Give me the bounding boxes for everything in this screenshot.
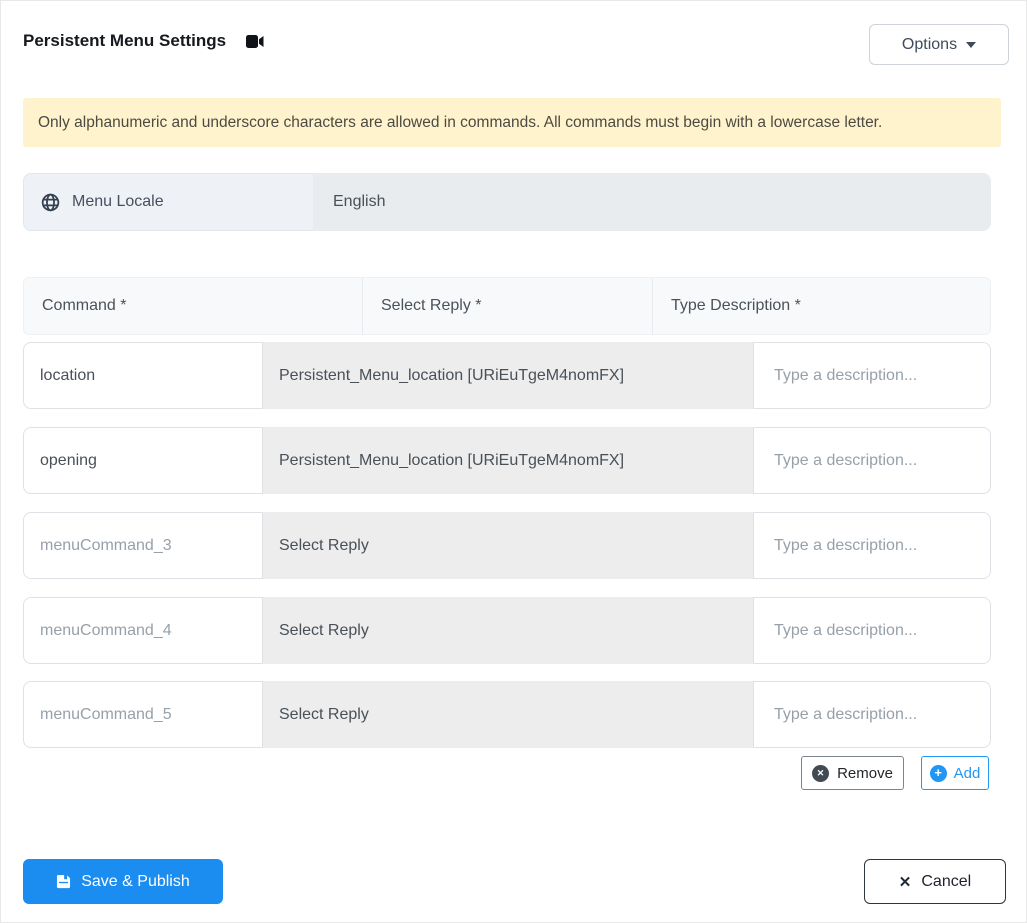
add-row-button[interactable]: + Add: [921, 756, 989, 790]
reply-select-value: Select Reply: [279, 536, 369, 554]
options-button[interactable]: Options: [869, 24, 1009, 65]
persistent-menu-settings-panel: Persistent Menu Settings Options Only al…: [0, 0, 1027, 923]
add-circle-icon: +: [929, 764, 947, 782]
menu-locale-group: Menu Locale English: [23, 173, 991, 231]
command-input[interactable]: [23, 512, 263, 579]
column-header-command: Command *: [24, 278, 363, 334]
command-input[interactable]: [23, 427, 263, 494]
warning-banner: Only alphanumeric and underscore charact…: [23, 98, 1001, 147]
command-input[interactable]: [23, 342, 263, 409]
reply-select[interactable]: Select Reply: [263, 597, 753, 664]
description-input[interactable]: [753, 597, 991, 664]
menu-locale-value-text: English: [333, 193, 386, 210]
table-header: Command * Select Reply * Type Descriptio…: [23, 277, 991, 335]
table-row: Select Reply: [23, 597, 991, 664]
cancel-button[interactable]: ✕ Cancel: [864, 859, 1006, 904]
add-button-label: Add: [953, 764, 981, 782]
remove-row-button[interactable]: ✕ Remove: [801, 756, 904, 790]
options-button-label: Options: [901, 35, 958, 53]
page-title: Persistent Menu Settings: [23, 31, 264, 51]
command-input[interactable]: [23, 597, 263, 664]
cancel-label: Cancel: [921, 872, 972, 890]
remove-button-label: Remove: [837, 764, 893, 782]
save-publish-label: Save & Publish: [81, 872, 190, 890]
chevron-down-icon: [966, 41, 977, 48]
menu-locale-label: Menu Locale: [23, 173, 313, 231]
reply-select-value: Persistent_Menu_location [URiEuTgeM4nomF…: [279, 451, 625, 469]
column-header-select-reply: Select Reply *: [363, 278, 653, 334]
command-input[interactable]: [23, 681, 263, 748]
save-icon: [56, 874, 71, 889]
close-icon: ✕: [898, 873, 912, 891]
reply-select-value: Select Reply: [279, 705, 369, 723]
menu-locale-value[interactable]: English: [313, 173, 991, 231]
description-input[interactable]: [753, 342, 991, 409]
video-camera-icon: [246, 34, 264, 48]
table-row: Persistent_Menu_location [URiEuTgeM4nomF…: [23, 427, 991, 494]
table-row: Select Reply: [23, 512, 991, 579]
menu-locale-label-text: Menu Locale: [72, 193, 164, 210]
table-row: Persistent_Menu_location [URiEuTgeM4nomF…: [23, 342, 991, 409]
reply-select-value: Persistent_Menu_location [URiEuTgeM4nomF…: [279, 366, 625, 384]
table-row: Select Reply: [23, 681, 991, 748]
description-input[interactable]: [753, 512, 991, 579]
reply-select[interactable]: Persistent_Menu_location [URiEuTgeM4nomF…: [263, 342, 753, 409]
column-header-type-description: Type Description *: [671, 297, 801, 314]
save-publish-button[interactable]: Save & Publish: [23, 859, 223, 904]
warning-banner-text: Only alphanumeric and underscore charact…: [38, 113, 883, 131]
reply-select[interactable]: Persistent_Menu_location [URiEuTgeM4nomF…: [263, 427, 753, 494]
reply-select[interactable]: Select Reply: [263, 681, 753, 748]
row-actions: ✕ Remove + Add: [801, 756, 989, 790]
globe-icon: [41, 193, 60, 212]
description-input[interactable]: [753, 427, 991, 494]
reply-select-value: Select Reply: [279, 621, 369, 639]
page-title-text: Persistent Menu Settings: [23, 31, 227, 50]
reply-select[interactable]: Select Reply: [263, 512, 753, 579]
description-input[interactable]: [753, 681, 991, 748]
remove-circle-icon: ✕: [812, 764, 830, 782]
